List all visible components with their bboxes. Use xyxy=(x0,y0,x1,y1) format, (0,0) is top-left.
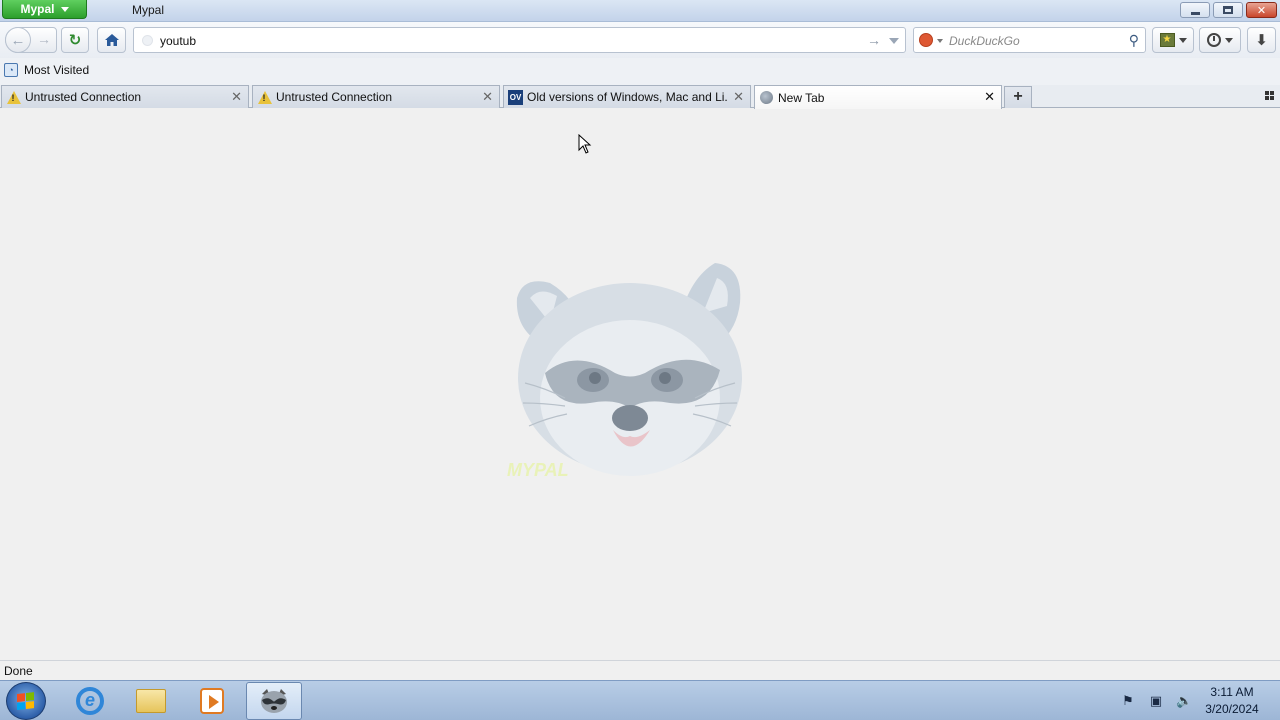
tab-close-icon[interactable]: ✕ xyxy=(984,89,995,105)
duckduckgo-engine-icon[interactable] xyxy=(919,33,933,47)
search-bar[interactable]: ⚲ xyxy=(913,27,1146,53)
tab-strip: ! Untrusted Connection ✕ ! Untrusted Con… xyxy=(0,85,1280,109)
tab-untrusted-connection-2[interactable]: ! Untrusted Connection ✕ xyxy=(252,85,500,108)
bookmark-label: Most Visited xyxy=(24,63,90,77)
page-content: MYPAL xyxy=(0,108,1280,660)
go-arrow-icon[interactable]: → xyxy=(867,32,881,48)
reload-icon: ↻ xyxy=(68,32,82,49)
tab-title: Untrusted Connection xyxy=(276,90,393,104)
navigation-toolbar: ← → ↻ → ⚲ ★ ⬇ xyxy=(0,22,1280,58)
chevron-down-icon xyxy=(1178,37,1187,43)
page-favicon-icon xyxy=(142,35,153,46)
volume-muted-icon[interactable]: 🔈 xyxy=(1176,693,1192,709)
home-button[interactable] xyxy=(97,27,126,53)
download-arrow-icon: ⬇ xyxy=(1255,32,1268,49)
chevron-down-icon xyxy=(1225,37,1233,43)
minimize-button[interactable] xyxy=(1180,2,1210,18)
title-bar: Mypal Mypal ✕ xyxy=(0,0,1280,22)
url-input[interactable] xyxy=(160,32,860,50)
oldversion-icon: OV xyxy=(508,89,523,105)
history-clock-icon xyxy=(1207,33,1221,47)
window-title: Mypal xyxy=(132,3,165,17)
watermark-text: MYPAL xyxy=(507,460,569,480)
bookmark-most-visited[interactable]: ◔ Most Visited xyxy=(4,63,89,77)
taskbar-clock[interactable]: 3:11 AM 3/20/2024 xyxy=(1196,684,1268,718)
status-text: Done xyxy=(4,664,33,678)
downloads-button[interactable]: ⬇ xyxy=(1247,27,1276,53)
new-tab-button[interactable]: + xyxy=(1004,86,1032,108)
raccoon-icon xyxy=(261,689,287,713)
restore-icon xyxy=(1223,6,1233,14)
media-player-icon xyxy=(200,688,224,714)
forward-button[interactable]: → xyxy=(37,31,51,47)
back-button[interactable]: ← xyxy=(5,27,31,53)
windows-logo-icon xyxy=(17,692,35,710)
close-icon: ✕ xyxy=(1256,4,1267,17)
history-button[interactable] xyxy=(1199,27,1241,53)
tab-close-icon[interactable]: ✕ xyxy=(231,89,242,105)
action-center-flag-icon[interactable]: ⚑ xyxy=(1120,693,1136,709)
chevron-down-icon xyxy=(60,6,69,12)
app-menu-label: Mypal xyxy=(20,2,55,16)
minimize-icon xyxy=(1190,11,1200,15)
windows-taskbar: e ⚑ ▣ 🔈 3:11 AM 3/20/2024 xyxy=(0,680,1280,720)
taskbar-file-explorer[interactable] xyxy=(123,682,179,720)
clock-date: 3/20/2024 xyxy=(1205,702,1259,716)
network-icon[interactable]: ▣ xyxy=(1148,693,1164,709)
back-forward-group: ← → xyxy=(5,27,57,53)
tab-title: New Tab xyxy=(778,90,825,105)
folder-icon xyxy=(136,689,166,713)
app-menu-button[interactable]: Mypal xyxy=(2,0,87,19)
start-button[interactable] xyxy=(6,682,46,720)
list-all-tabs-icon[interactable] xyxy=(1265,91,1274,100)
most-visited-folder-icon: ◔ xyxy=(4,63,18,77)
clock-time: 3:11 AM xyxy=(1210,685,1254,699)
internet-explorer-icon: e xyxy=(76,687,104,715)
mypal-raccoon-logo: MYPAL xyxy=(507,263,742,480)
restore-button[interactable] xyxy=(1213,2,1243,18)
tab-title: Old versions of Windows, Mac and Li... xyxy=(527,90,727,104)
status-bar: Done xyxy=(0,660,1280,680)
warning-icon: ! xyxy=(257,90,272,105)
url-bar[interactable]: → xyxy=(133,27,906,53)
search-input[interactable] xyxy=(949,32,1124,50)
back-arrow-icon: ← xyxy=(10,31,26,49)
tab-close-icon[interactable]: ✕ xyxy=(733,89,744,105)
taskbar-internet-explorer[interactable]: e xyxy=(62,682,118,720)
taskbar-mypal-browser[interactable] xyxy=(246,682,302,720)
plus-icon: + xyxy=(1013,88,1023,105)
window-controls: ✕ xyxy=(1180,2,1277,18)
tab-close-icon[interactable]: ✕ xyxy=(482,89,493,105)
bookmarks-menu-button[interactable]: ★ xyxy=(1152,27,1194,53)
close-window-button[interactable]: ✕ xyxy=(1246,2,1277,18)
tab-old-versions[interactable]: OV Old versions of Windows, Mac and Li..… xyxy=(503,85,751,108)
search-icon[interactable]: ⚲ xyxy=(1129,32,1139,49)
bookmark-star-icon: ★ xyxy=(1159,33,1175,47)
tab-new-tab[interactable]: New Tab ✕ xyxy=(754,85,1002,109)
reload-button[interactable]: ↻ xyxy=(61,27,89,53)
warning-icon: ! xyxy=(6,90,21,105)
url-history-dropdown-icon[interactable] xyxy=(889,38,899,44)
home-icon xyxy=(104,34,119,46)
taskbar-media-player[interactable] xyxy=(184,682,240,720)
bookmarks-toolbar: ◔ Most Visited xyxy=(0,58,1280,85)
mouse-cursor-icon xyxy=(578,134,592,154)
tab-title: Untrusted Connection xyxy=(25,90,142,104)
tab-untrusted-connection-1[interactable]: ! Untrusted Connection ✕ xyxy=(1,85,249,108)
globe-icon xyxy=(759,90,774,105)
system-tray: ⚑ ▣ 🔈 xyxy=(1120,693,1192,709)
engine-chevron-icon[interactable] xyxy=(937,39,943,43)
